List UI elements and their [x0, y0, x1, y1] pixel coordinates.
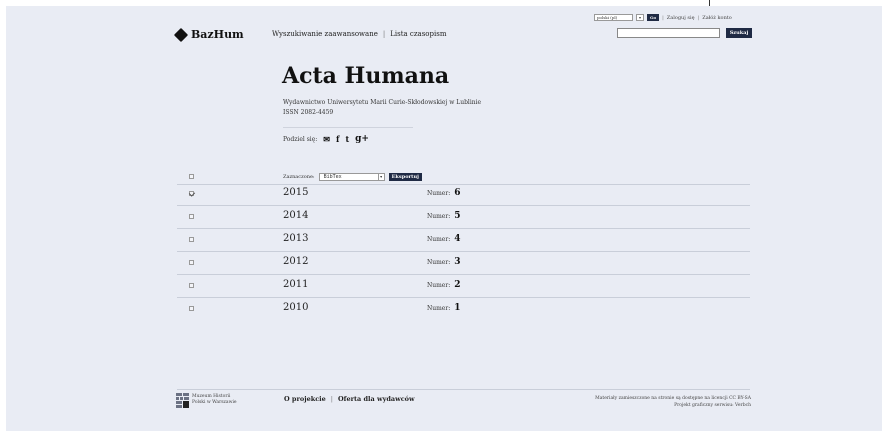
issue-number[interactable]: Numer: 2	[427, 280, 461, 290]
issue-year-link[interactable]: 2015	[283, 187, 308, 198]
issue-year-link[interactable]: 2013	[283, 233, 308, 244]
share-label: Podziel się:	[283, 135, 318, 143]
export-button[interactable]: Eksportuj	[388, 173, 422, 181]
row-divider	[177, 228, 750, 229]
bazhum-logo-icon	[173, 27, 189, 42]
main-nav: Wyszukiwanie zaawansowane | Lista czasop…	[272, 30, 446, 38]
top-right-bar: polski (pl) ▾ Go | Zaloguj się | Załóż k…	[594, 14, 732, 21]
advanced-search-link[interactable]: Wyszukiwanie zaawansowane	[272, 30, 378, 38]
footer-nav: O projekcie | Oferta dla wydawców	[284, 395, 415, 403]
issue-year-link[interactable]: 2012	[283, 256, 308, 267]
page-title: Acta Humana	[282, 63, 450, 89]
issue-year-link[interactable]: 2010	[283, 302, 308, 313]
language-select[interactable]: polski (pl)	[594, 14, 633, 21]
row-divider	[177, 251, 750, 252]
export-toolbar: Zaznaczone: BibTex ▾ Eksportuj	[283, 173, 422, 181]
publisher-text: Wydawnictwo Uniwersytetu Marii Curie-Skł…	[283, 99, 482, 106]
issue-checkbox[interactable]	[189, 283, 194, 288]
issue-checkbox[interactable]	[189, 237, 194, 242]
issue-checkbox[interactable]	[189, 306, 194, 311]
google-plus-icon[interactable]: g+	[355, 135, 369, 144]
search-input[interactable]	[617, 28, 720, 38]
select-all-checkbox[interactable]	[189, 174, 194, 179]
museum-logo-icon[interactable]	[176, 393, 190, 409]
account-links: | Zaloguj się | Załóż konto	[662, 14, 732, 21]
row-divider	[177, 297, 750, 298]
license-text: Materiały zamieszczone na stronie są dos…	[595, 396, 751, 408]
issue-checkbox[interactable]	[189, 191, 194, 196]
issue-number[interactable]: Numer: 5	[427, 211, 461, 221]
facebook-icon[interactable]: f	[336, 135, 339, 143]
search-button[interactable]: Szukaj	[726, 28, 752, 38]
chevron-down-icon[interactable]: ▾	[377, 173, 385, 181]
marked-label: Zaznaczone:	[283, 174, 315, 180]
museum-name: Muzeum Historii Polski w Warszawie	[192, 394, 237, 405]
envelope-icon[interactable]: ✉	[323, 135, 330, 143]
share-bar: Podziel się: ✉ f t g+	[283, 135, 369, 144]
format-select[interactable]: BibTex	[318, 173, 379, 181]
issue-number[interactable]: Numer: 6	[427, 188, 461, 198]
issue-year-link[interactable]: 2014	[283, 210, 308, 221]
issue-number[interactable]: Numer: 4	[427, 234, 461, 244]
issn-text: ISSN 2082-4459	[283, 109, 334, 116]
about-project-link[interactable]: O projekcie	[284, 395, 326, 403]
footer-divider	[177, 389, 750, 390]
register-link[interactable]: Załóż konto	[702, 15, 732, 21]
issue-checkbox[interactable]	[189, 260, 194, 265]
journal-list-link[interactable]: Lista czasopism	[390, 30, 446, 38]
issue-year-link[interactable]: 2011	[283, 279, 308, 290]
issue-number[interactable]: Numer: 1	[427, 303, 461, 313]
divider	[283, 127, 413, 128]
nav-separator: |	[382, 30, 386, 38]
tumblr-icon[interactable]: t	[345, 135, 349, 143]
row-divider	[177, 205, 750, 206]
language-go-button[interactable]: Go	[647, 14, 660, 21]
row-divider	[177, 184, 750, 185]
publisher-offer-link[interactable]: Oferta dla wydawców	[338, 395, 415, 403]
login-link[interactable]: Zaloguj się	[667, 15, 695, 21]
bazhum-logo[interactable]: BazHum	[173, 27, 244, 42]
row-divider	[177, 274, 750, 275]
logo-text: BazHum	[191, 28, 244, 41]
issue-checkbox[interactable]	[189, 214, 194, 219]
chevron-down-icon[interactable]: ▾	[636, 14, 644, 21]
issue-number[interactable]: Numer: 3	[427, 257, 461, 267]
page: BazHum Wyszukiwanie zaawansowane | Lista…	[6, 6, 882, 431]
